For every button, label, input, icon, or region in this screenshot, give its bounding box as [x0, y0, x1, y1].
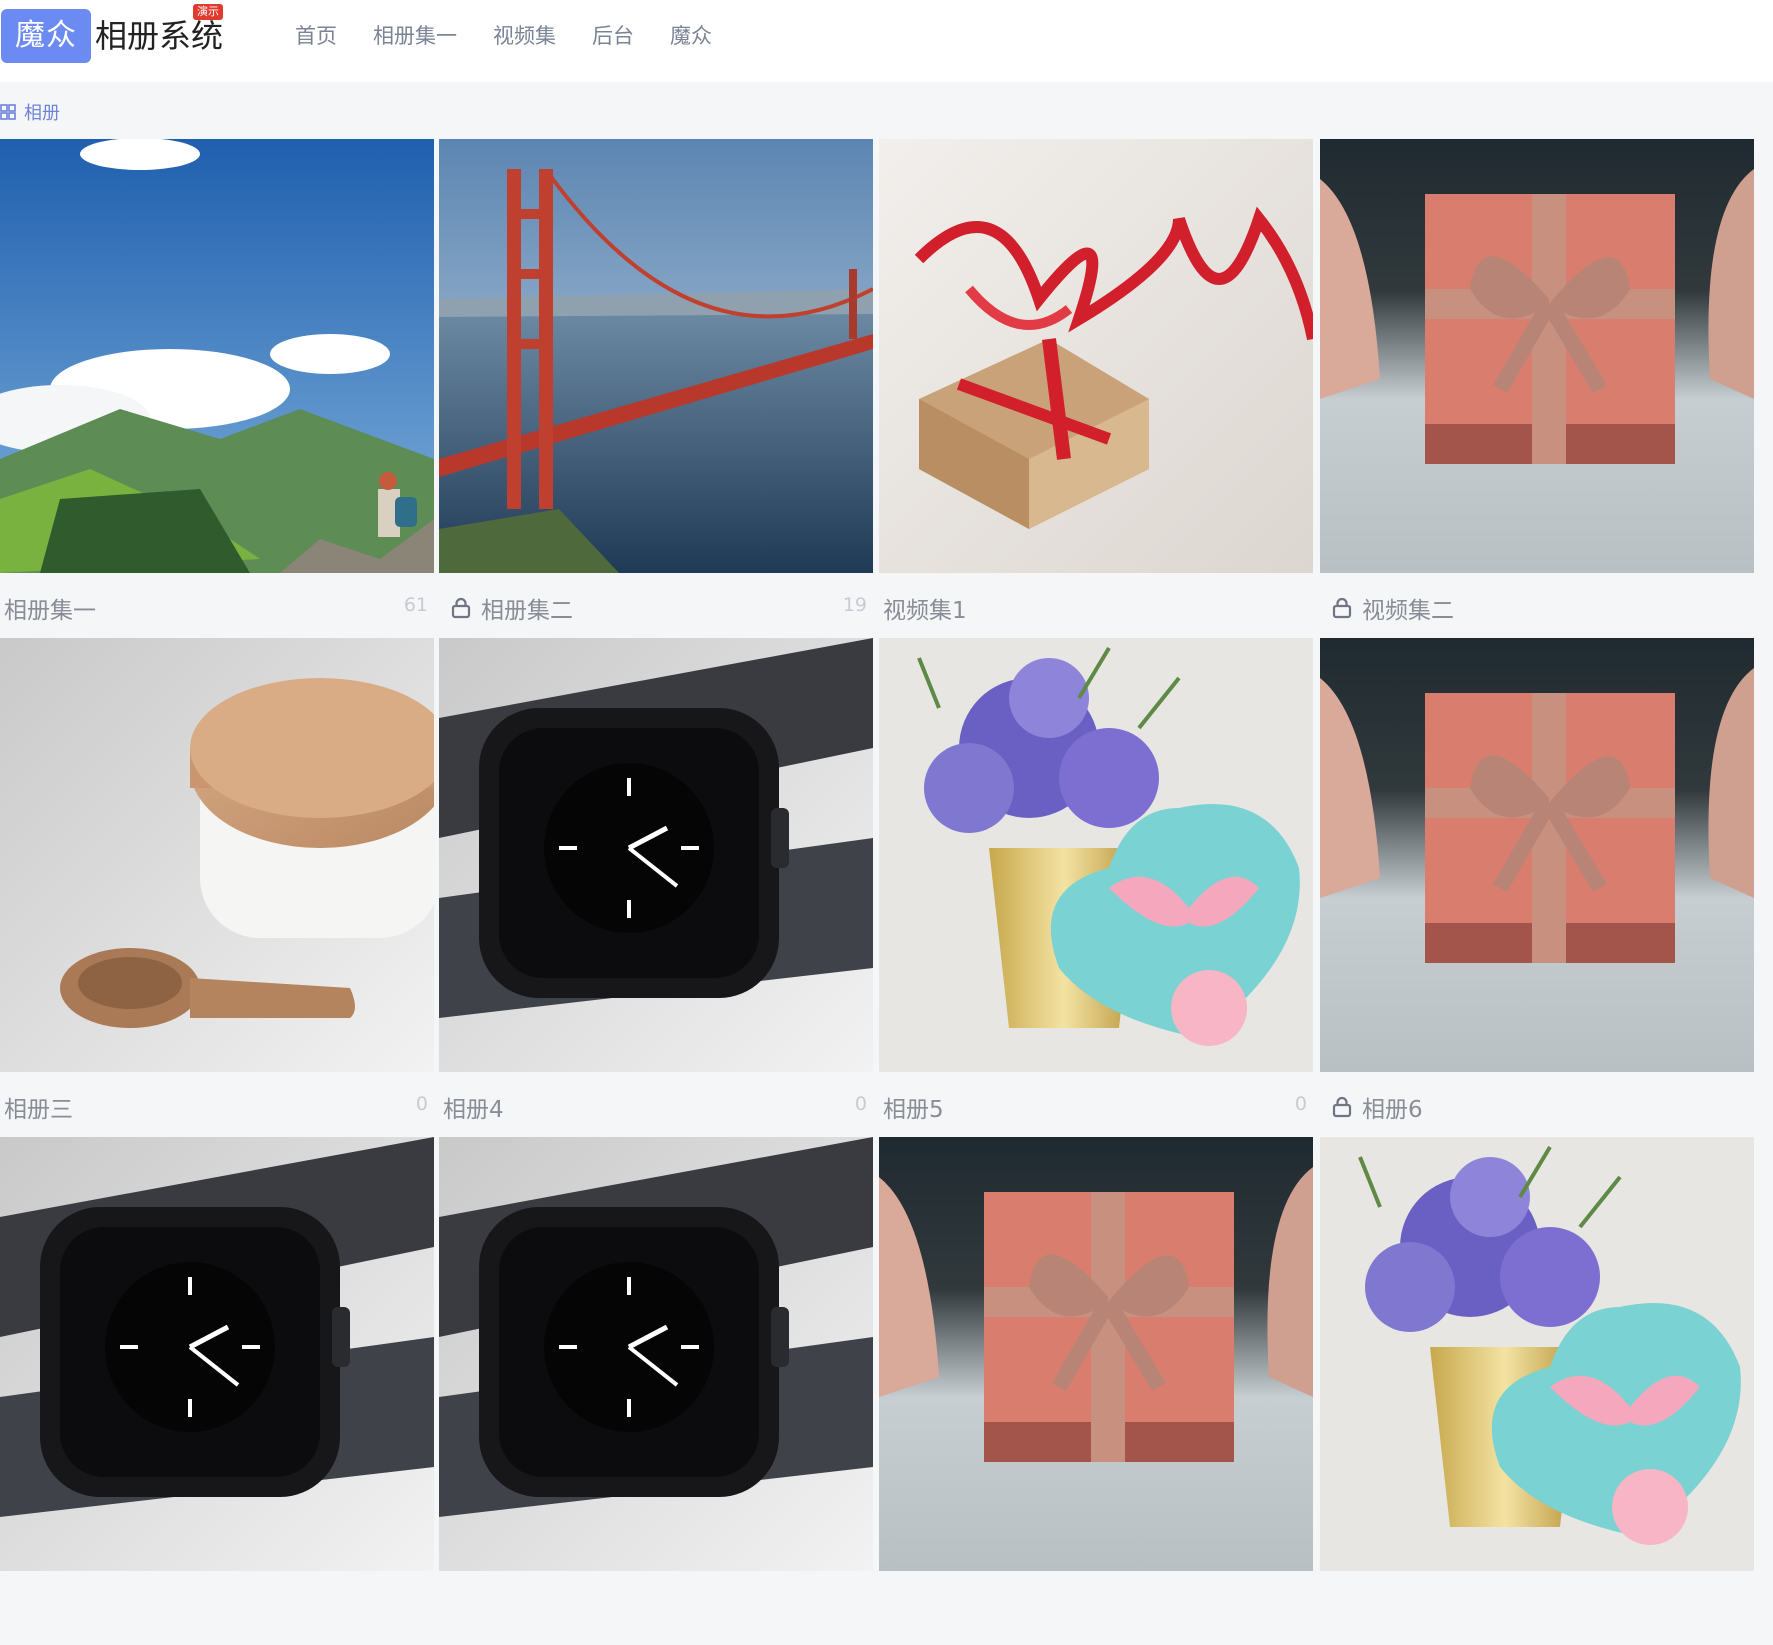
album-caption: 视频集1	[883, 591, 967, 625]
album-card[interactable]	[879, 1137, 1313, 1645]
album-card[interactable]: 相册6	[1320, 638, 1754, 1146]
album-cover-image[interactable]	[1320, 638, 1754, 1072]
main-nav: 首页 相册集一 视频集 后台 魔众	[295, 18, 748, 54]
album-card[interactable]: 相册三 0	[0, 638, 434, 1146]
album-caption: 相册4	[443, 1090, 504, 1124]
album-photo-count: 0	[1294, 1093, 1307, 1115]
album-caption: 相册三	[4, 1090, 73, 1124]
album-cover-image[interactable]	[1320, 139, 1754, 573]
album-cover-image[interactable]	[879, 638, 1313, 1072]
album-card[interactable]	[0, 1137, 434, 1645]
nav-admin[interactable]: 后台	[592, 18, 634, 54]
album-photo-count: 0	[854, 1093, 867, 1115]
album-title[interactable]: 视频集二	[1362, 591, 1454, 625]
lock-icon	[1332, 597, 1352, 619]
album-card[interactable]	[1320, 1137, 1754, 1645]
album-photo-count: 61	[403, 594, 428, 616]
album-card[interactable]: 相册集一 61	[0, 139, 434, 647]
album-cover-image[interactable]	[439, 139, 873, 573]
album-title[interactable]: 视频集1	[883, 591, 967, 625]
album-cover-image[interactable]	[0, 1137, 434, 1571]
album-cover-image[interactable]	[0, 638, 434, 1072]
lock-icon	[1332, 1096, 1352, 1118]
album-photo-count: 0	[415, 1093, 428, 1115]
nav-home[interactable]: 首页	[295, 18, 337, 54]
breadcrumb: 相册	[0, 100, 60, 124]
nav-album-set-one[interactable]: 相册集一	[373, 18, 457, 54]
album-caption: 相册5	[883, 1090, 944, 1124]
top-header: 魔众 相册系统 演示 首页 相册集一 视频集 后台 魔众	[0, 0, 1773, 82]
album-caption: 相册集一	[4, 591, 96, 625]
album-cover-image[interactable]	[439, 1137, 873, 1571]
album-cover-image[interactable]	[1320, 1137, 1754, 1571]
album-title[interactable]: 相册集一	[4, 591, 96, 625]
album-cover-image[interactable]	[439, 638, 873, 1072]
album-title[interactable]: 相册三	[4, 1090, 73, 1124]
demo-badge: 演示	[193, 4, 223, 20]
album-title[interactable]: 相册6	[1362, 1090, 1423, 1124]
album-title[interactable]: 相册5	[883, 1090, 944, 1124]
album-card[interactable]: 视频集二	[1320, 139, 1754, 647]
album-title[interactable]: 相册4	[443, 1090, 504, 1124]
grid-icon	[0, 104, 16, 120]
album-card[interactable]: 相册5 0	[879, 638, 1313, 1146]
album-caption: 相册6	[1324, 1090, 1423, 1124]
album-cover-image[interactable]	[879, 139, 1313, 573]
album-title[interactable]: 相册集二	[481, 591, 573, 625]
album-card[interactable]	[439, 1137, 873, 1645]
nav-mozhong[interactable]: 魔众	[670, 18, 712, 54]
album-photo-count: 19	[842, 594, 867, 616]
album-cover-image[interactable]	[879, 1137, 1313, 1571]
album-caption: 相册集二	[443, 591, 573, 625]
breadcrumb-label[interactable]: 相册	[24, 99, 60, 125]
logo-badge[interactable]: 魔众	[1, 9, 91, 63]
album-caption: 视频集二	[1324, 591, 1454, 625]
album-card[interactable]: 相册4 0	[439, 638, 873, 1146]
album-card[interactable]: 视频集1	[879, 139, 1313, 647]
album-card[interactable]: 相册集二 19	[439, 139, 873, 647]
nav-video-set[interactable]: 视频集	[493, 18, 556, 54]
lock-icon	[451, 597, 471, 619]
album-cover-image[interactable]	[0, 139, 434, 573]
